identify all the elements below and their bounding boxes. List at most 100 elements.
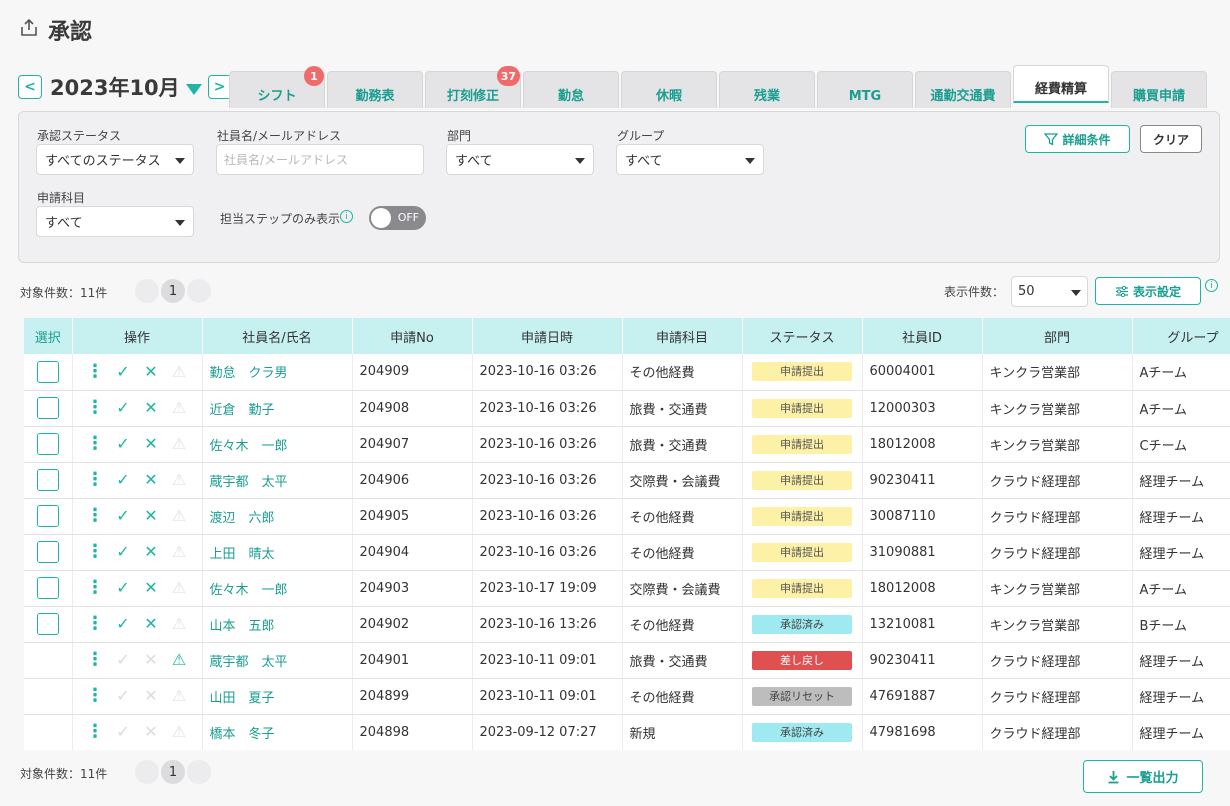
column-header[interactable]: 申請科目	[622, 318, 743, 354]
column-header[interactable]: 社員ID	[862, 318, 983, 354]
approve-check-icon[interactable]: ✓	[116, 580, 130, 596]
column-header[interactable]: 社員名/氏名	[202, 318, 353, 354]
tab-label: 通勤交通費	[930, 89, 996, 104]
employee-name-link[interactable]: 勤怠 クラ男	[202, 354, 353, 391]
step-only-toggle[interactable]: OFF	[369, 206, 426, 230]
employee-name-link[interactable]: 渡辺 六郎	[202, 498, 353, 535]
status-filter-select[interactable]: すべてのステータス	[36, 144, 194, 175]
info-icon[interactable]: i	[340, 210, 354, 223]
tab-2[interactable]: 打刻修正 37	[425, 66, 521, 108]
reject-x-icon[interactable]: ✕	[144, 472, 158, 488]
row-checkbox[interactable]	[36, 505, 59, 527]
reject-x-icon[interactable]: ✕	[144, 616, 158, 632]
caret-down-icon	[175, 158, 185, 164]
result-count-bottom: 対象件数：11件	[20, 767, 108, 781]
employee-name-link[interactable]: 佐々木 一郎	[202, 426, 353, 463]
row-checkbox[interactable]	[36, 469, 59, 491]
reject-x-icon[interactable]: ✕	[144, 508, 158, 524]
tab-1[interactable]: 勤務表	[327, 71, 423, 108]
expense-item: その他経費	[622, 606, 743, 643]
more-menu-icon[interactable]: ⋮	[86, 651, 104, 669]
employee-id: 18012008	[862, 426, 983, 463]
status-badge: 申請提出	[752, 542, 852, 562]
column-header[interactable]: ステータス	[742, 318, 863, 354]
row-checkbox[interactable]	[36, 360, 59, 383]
status-badge: 差し戻し	[752, 650, 852, 670]
reject-x-icon[interactable]: ✕	[144, 580, 158, 596]
approve-check-icon[interactable]: ✓	[116, 508, 130, 524]
info-icon[interactable]: i	[1205, 279, 1218, 292]
more-menu-icon[interactable]: ⋮	[86, 543, 104, 561]
column-header[interactable]: 選択	[24, 318, 73, 354]
employee-search-input[interactable]	[216, 144, 424, 175]
more-menu-icon[interactable]: ⋮	[86, 435, 104, 453]
column-header[interactable]: 操作	[72, 318, 203, 354]
approve-check-icon[interactable]: ✓	[116, 616, 130, 632]
more-menu-icon[interactable]: ⋮	[86, 723, 104, 741]
more-menu-icon[interactable]: ⋮	[86, 507, 104, 525]
group-filter-select[interactable]: すべて	[616, 144, 764, 175]
approve-check-icon[interactable]: ✓	[116, 436, 130, 452]
dept-filter-select[interactable]: すべて	[446, 144, 594, 175]
row-checkbox[interactable]	[36, 541, 59, 563]
employee-name-link[interactable]: 橋本 冬子	[202, 714, 353, 750]
prev-page-button[interactable]	[135, 760, 159, 784]
next-page-button[interactable]	[187, 760, 211, 784]
next-page-button[interactable]	[187, 279, 211, 303]
prev-month-button[interactable]: <	[18, 75, 42, 99]
status-cell: 申請提出	[742, 354, 863, 391]
employee-name-link[interactable]: 蔵宇都 太平	[202, 642, 353, 679]
item-filter-select[interactable]: すべて	[36, 206, 194, 237]
more-menu-icon[interactable]: ⋮	[86, 687, 104, 705]
column-header[interactable]: 申請日時	[472, 318, 623, 354]
more-menu-icon[interactable]: ⋮	[86, 471, 104, 489]
employee-name-link[interactable]: 山本 五郎	[202, 606, 353, 643]
page-number[interactable]: 1	[161, 760, 185, 784]
export-list-button[interactable]: 一覧出力	[1083, 760, 1203, 793]
more-menu-icon[interactable]: ⋮	[86, 579, 104, 597]
reject-x-icon[interactable]: ✕	[144, 436, 158, 452]
employee-name-link[interactable]: 蔵宇都 太平	[202, 462, 353, 499]
more-menu-icon[interactable]: ⋮	[86, 362, 104, 381]
column-header[interactable]: 部門	[982, 318, 1133, 354]
per-page-select[interactable]: 50	[1011, 276, 1088, 307]
month-dropdown-icon[interactable]	[185, 83, 202, 95]
tab-0[interactable]: シフト 1	[229, 66, 325, 108]
row-checkbox[interactable]	[36, 397, 59, 419]
approve-check-icon[interactable]: ✓	[116, 544, 130, 560]
display-settings-button[interactable]: 表示設定	[1095, 277, 1201, 305]
employee-name-link[interactable]: 近倉 勤子	[202, 390, 353, 427]
tab-5[interactable]: 残業	[719, 71, 815, 108]
column-header[interactable]: 申請No	[352, 318, 473, 354]
row-checkbox[interactable]	[36, 613, 59, 635]
row-checkbox[interactable]	[36, 577, 59, 599]
reject-x-icon[interactable]: ✕	[144, 400, 158, 416]
tab-9[interactable]: 購買申請	[1111, 71, 1207, 108]
employee-name-link[interactable]: 山田 夏子	[202, 678, 353, 715]
tab-label: 勤怠	[557, 89, 584, 104]
reject-x-icon[interactable]: ✕	[144, 363, 158, 380]
more-menu-icon[interactable]: ⋮	[86, 399, 104, 417]
approve-check-icon[interactable]: ✓	[116, 400, 130, 416]
group: Bチーム	[1132, 606, 1230, 643]
prev-page-button[interactable]	[135, 279, 159, 303]
employee-name-link[interactable]: 上田 晴太	[202, 534, 353, 571]
tab-4[interactable]: 休暇	[621, 71, 717, 108]
row-checkbox[interactable]	[36, 433, 59, 455]
status-cell: 承認済み	[742, 606, 863, 643]
share-icon[interactable]	[18, 17, 40, 43]
approve-check-icon[interactable]: ✓	[116, 363, 130, 380]
more-menu-icon[interactable]: ⋮	[86, 615, 104, 633]
warning-icon[interactable]: ⚠	[172, 652, 186, 668]
page-number[interactable]: 1	[161, 279, 185, 303]
clear-button[interactable]: クリア	[1140, 125, 1202, 153]
tab-6[interactable]: MTG	[817, 71, 913, 108]
reject-x-icon[interactable]: ✕	[144, 544, 158, 560]
detail-filter-button[interactable]: 詳細条件	[1025, 125, 1130, 153]
approve-check-icon[interactable]: ✓	[116, 472, 130, 488]
tab-3[interactable]: 勤怠	[523, 71, 619, 108]
employee-name-link[interactable]: 佐々木 一郎	[202, 570, 353, 607]
column-header[interactable]: グループ	[1132, 318, 1230, 354]
tab-7[interactable]: 通勤交通費	[915, 71, 1011, 108]
tab-8[interactable]: 経費精算	[1013, 65, 1109, 103]
